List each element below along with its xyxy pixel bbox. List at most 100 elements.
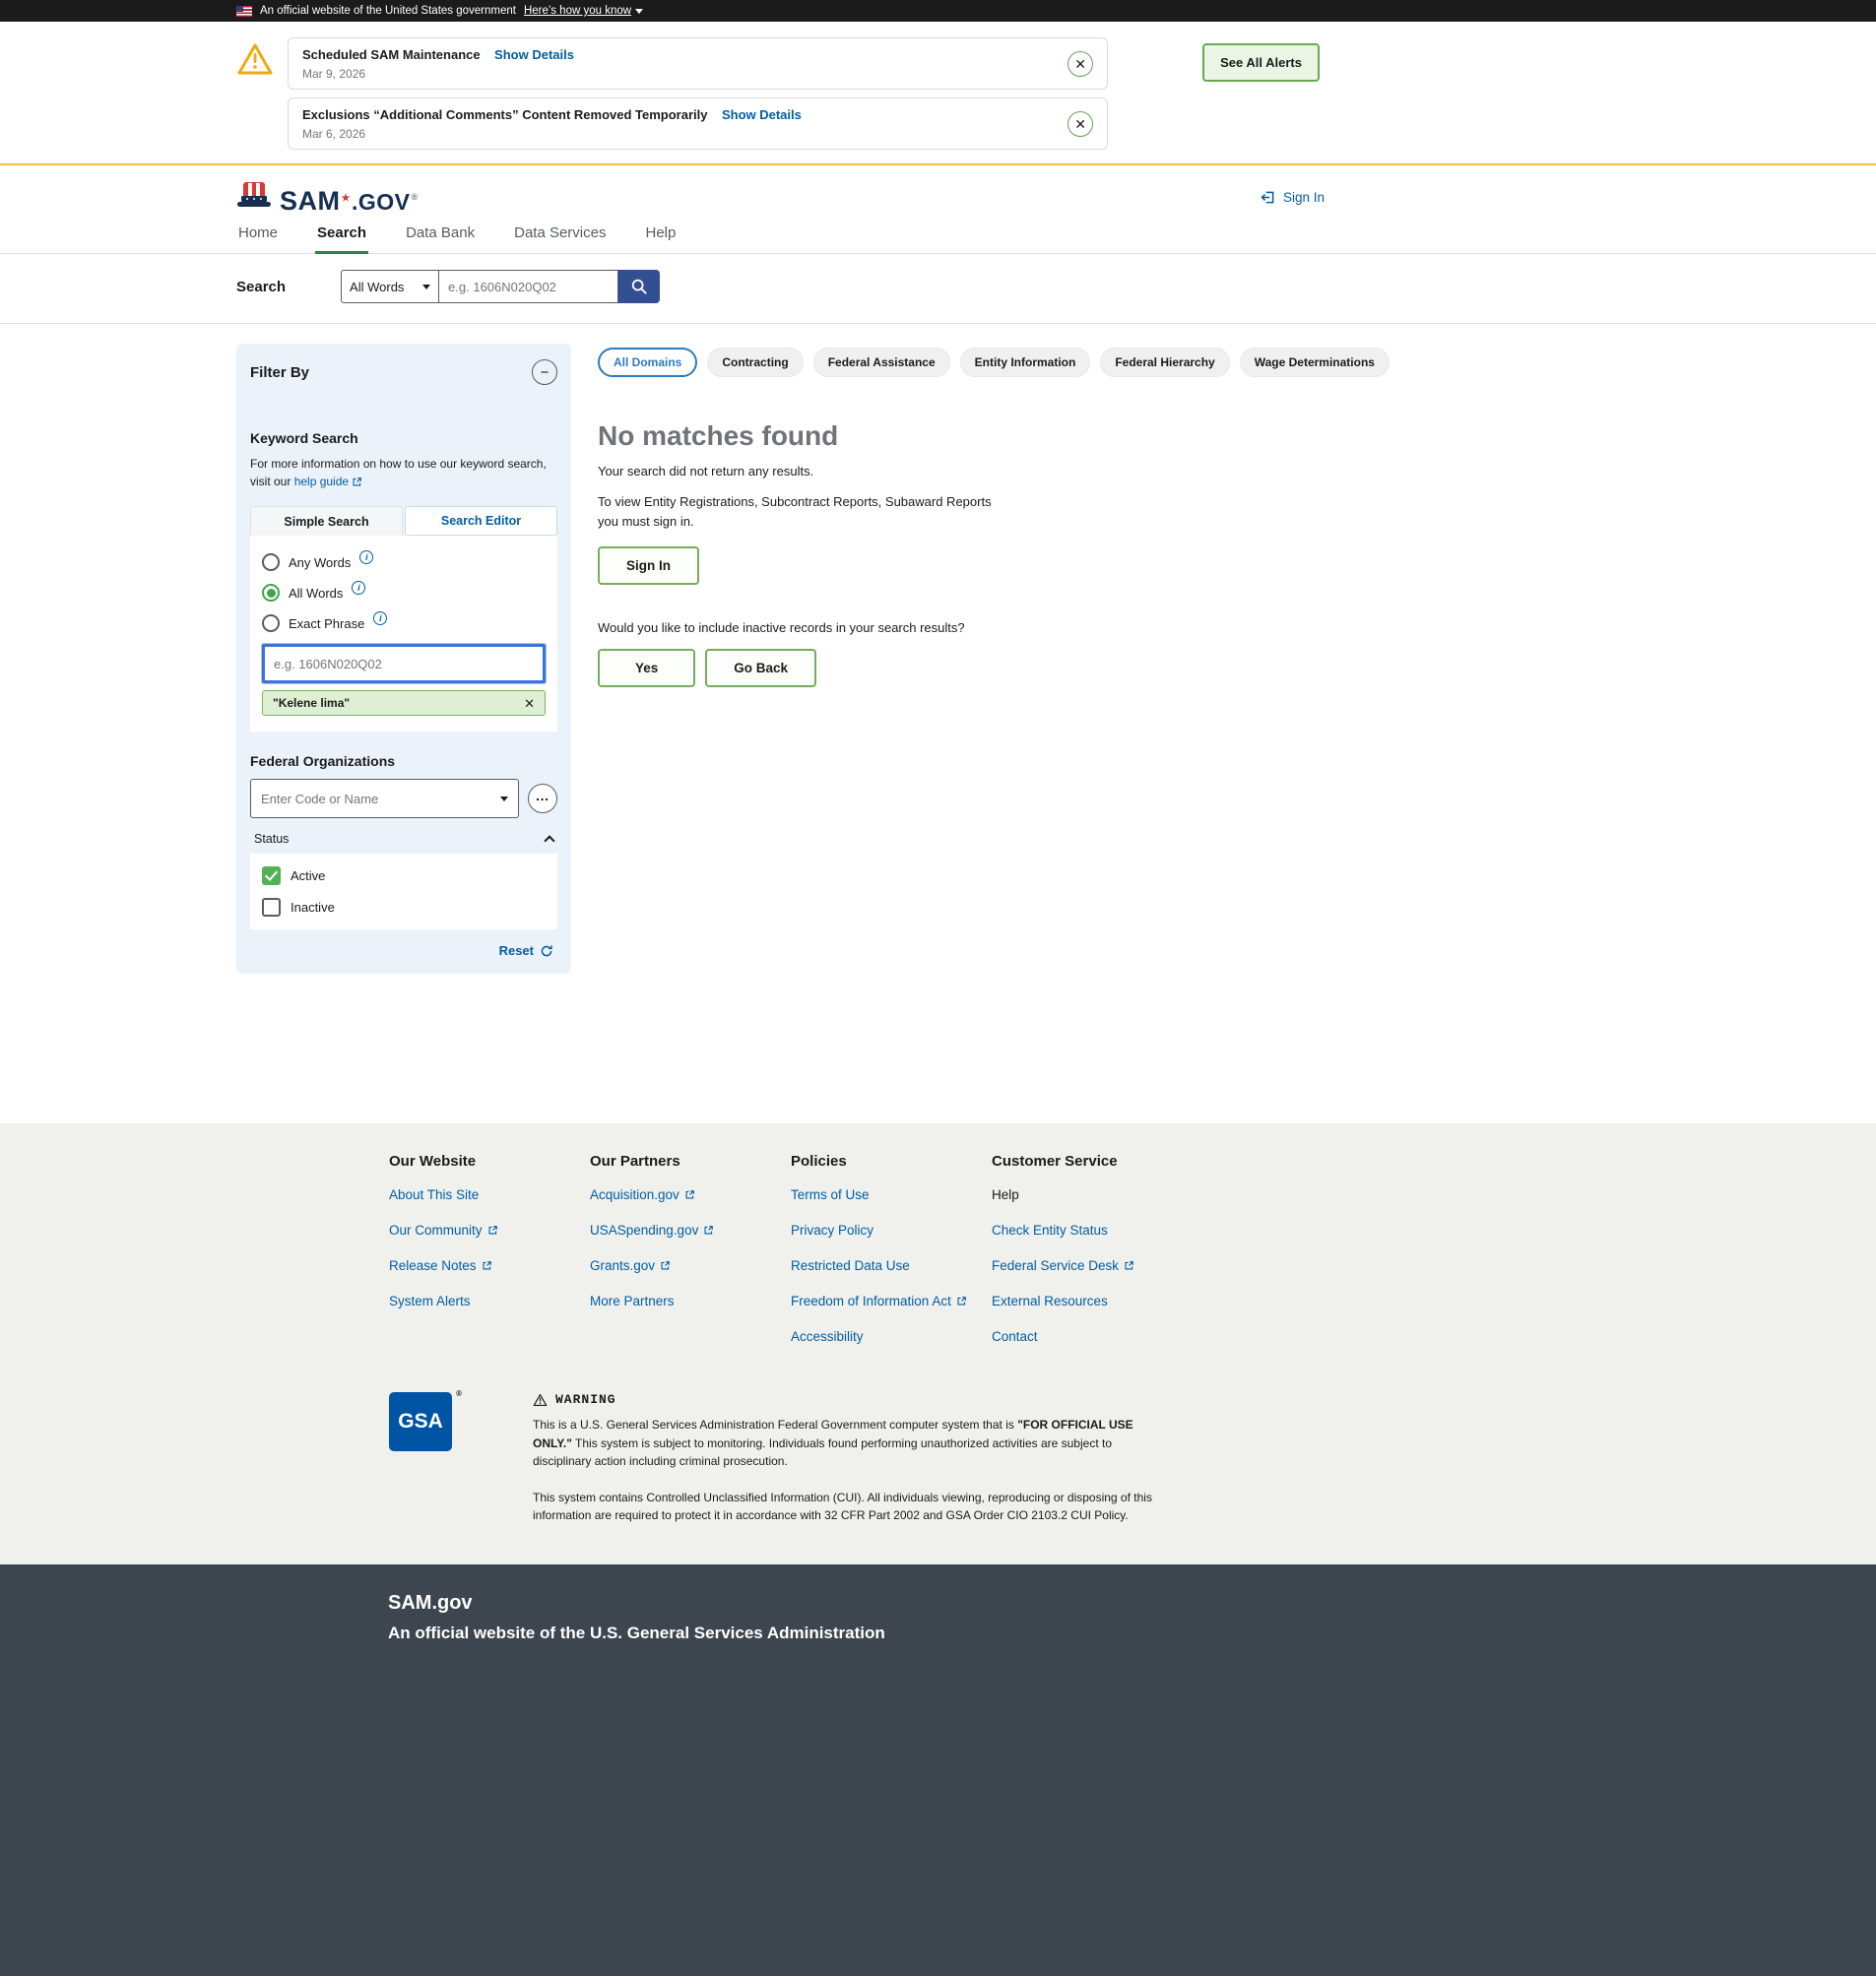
chevron-down-icon (635, 8, 644, 14)
tab-search-editor[interactable]: Search Editor (405, 506, 557, 536)
alert-title: Scheduled SAM Maintenance (302, 47, 481, 62)
content-area: Filter By − Keyword Search For more info… (0, 324, 1876, 1123)
info-icon[interactable]: i (352, 581, 366, 595)
footer-link-accessibility[interactable]: Accessibility (791, 1329, 992, 1344)
footer-column-title: Policies (791, 1153, 847, 1170)
pill-contracting[interactable]: Contracting (707, 348, 804, 377)
warning-title: WARNING (555, 1392, 616, 1407)
footer-link-terms-of-use[interactable]: Terms of Use (791, 1187, 992, 1202)
federal-organizations-title: Federal Organizations (250, 753, 396, 769)
gsa-logo-text: GSA (398, 1410, 443, 1433)
more-organizations-button[interactable]: ... (528, 784, 557, 813)
sign-in-link[interactable]: Sign In (1260, 189, 1325, 206)
radio-any-words[interactable] (262, 553, 280, 571)
footer-link-our-community[interactable]: Our Community (389, 1223, 590, 1238)
footer-column-our-partners: Our Partners Acquisition.gov USASpending… (590, 1153, 791, 1365)
reset-filters-button[interactable]: Reset (250, 929, 557, 960)
keyword-input[interactable] (262, 644, 546, 683)
footer-link-label: Restricted Data Use (791, 1258, 910, 1273)
go-back-button[interactable]: Go Back (705, 649, 817, 687)
footer-column-title: Our Partners (590, 1153, 680, 1170)
tab-simple-search[interactable]: Simple Search (250, 506, 403, 536)
show-details-link[interactable]: Show Details (722, 107, 802, 122)
dark-footer: SAM.gov An official website of the U.S. … (0, 1563, 1876, 1976)
status-section-toggle[interactable]: Status (250, 818, 557, 854)
pill-federal-hierarchy[interactable]: Federal Hierarchy (1100, 348, 1230, 377)
nav-item-data-bank[interactable]: Data Bank (404, 219, 477, 253)
footer-link-usaspending-gov[interactable]: USASpending.gov (590, 1223, 791, 1238)
no-matches-subtitle: Your search did not return any results. (598, 464, 814, 478)
footer-link-label: System Alerts (389, 1294, 471, 1308)
warning-text: This is a U.S. General Services Administ… (533, 1418, 1018, 1432)
footer-link-external-resources[interactable]: External Resources (992, 1294, 1193, 1308)
pill-wage-determinations[interactable]: Wage Determinations (1239, 348, 1390, 377)
footer-link-label: Our Community (389, 1223, 483, 1238)
warning-text: This system is subject to monitoring. In… (533, 1435, 1112, 1469)
status-card: Active Inactive (250, 854, 557, 929)
search-mode-select[interactable]: All Words (341, 270, 440, 303)
info-icon[interactable]: i (359, 550, 374, 564)
search-submit-button[interactable] (618, 270, 661, 303)
footer-link-label: Accessibility (791, 1329, 864, 1344)
dismiss-alert-button[interactable]: ✕ (1067, 110, 1094, 137)
heres-how-you-know-link[interactable]: Here’s how you know (524, 5, 644, 17)
warning-block: WARNING This is a U.S. General Services … (533, 1392, 1168, 1525)
sam-gov-logo[interactable]: SAM ★ .GOV ® (236, 181, 419, 214)
footer-link-contact[interactable]: Contact (992, 1329, 1193, 1344)
footer-link-system-alerts[interactable]: System Alerts (389, 1294, 590, 1308)
nav-item-help[interactable]: Help (643, 219, 678, 253)
alert-date: Mar 9, 2026 (302, 67, 366, 81)
nav-item-data-services[interactable]: Data Services (512, 219, 608, 253)
footer-link-grants-gov[interactable]: Grants.gov (590, 1258, 791, 1273)
footer-link-more-partners[interactable]: More Partners (590, 1294, 791, 1308)
pill-entity-information[interactable]: Entity Information (959, 348, 1091, 377)
info-icon[interactable]: i (373, 611, 388, 625)
footer-column-title: Our Website (389, 1153, 477, 1170)
pill-federal-assistance[interactable]: Federal Assistance (812, 348, 950, 377)
search-input[interactable] (439, 270, 619, 303)
footer-link-foia[interactable]: Freedom of Information Act (791, 1294, 992, 1308)
footer-link-about-this-site[interactable]: About This Site (389, 1187, 590, 1202)
keyword-chip: "Kelene lima" ✕ (262, 690, 546, 716)
radio-all-words-label: All Words (289, 585, 344, 601)
footer-link-federal-service-desk[interactable]: Federal Service Desk (992, 1258, 1193, 1273)
sign-in-button[interactable]: Sign In (598, 546, 699, 585)
uncle-sam-hat-icon (236, 181, 272, 213)
federal-org-combobox[interactable] (250, 779, 519, 818)
registered-mark: ® (411, 191, 419, 202)
yes-button[interactable]: Yes (598, 649, 696, 687)
external-link-icon (1125, 1261, 1133, 1270)
see-all-alerts-button[interactable]: See All Alerts (1202, 43, 1320, 82)
nav-item-home[interactable]: Home (236, 219, 280, 253)
checkbox-inactive[interactable] (262, 898, 281, 917)
footer-link-acquisition-gov[interactable]: Acquisition.gov (590, 1187, 791, 1202)
footer-link-release-notes[interactable]: Release Notes (389, 1258, 590, 1273)
footer-link-label: More Partners (590, 1294, 675, 1308)
gsa-logo: GSA ® (389, 1389, 462, 1451)
keyword-tabs: Simple Search Search Editor (250, 506, 557, 536)
footer-link-privacy-policy[interactable]: Privacy Policy (791, 1223, 992, 1238)
checkbox-active[interactable] (262, 866, 281, 885)
collapse-filters-button[interactable]: − (532, 359, 557, 385)
dismiss-alert-button[interactable]: ✕ (1067, 50, 1094, 77)
footer-link-help[interactable]: Help (992, 1187, 1193, 1202)
warning-triangle-icon (533, 1393, 548, 1406)
federal-org-input[interactable] (261, 791, 500, 806)
filter-by-title: Filter By (250, 363, 310, 381)
results-area: All Domains Contracting Federal Assistan… (598, 344, 1390, 687)
radio-all-words[interactable] (262, 584, 280, 602)
inactive-records-question: Would you like to include inactive recor… (598, 620, 965, 635)
footer-link-check-entity-status[interactable]: Check Entity Status (992, 1223, 1193, 1238)
footer-link-restricted-data-use[interactable]: Restricted Data Use (791, 1258, 992, 1273)
radio-exact-phrase[interactable] (262, 614, 280, 632)
help-guide-link[interactable]: help guide (294, 473, 362, 490)
reset-label: Reset (498, 943, 534, 958)
footer-link-label: Grants.gov (590, 1258, 656, 1273)
remove-chip-button[interactable]: ✕ (524, 697, 535, 710)
external-link-icon (685, 1190, 694, 1199)
nav-item-search[interactable]: Search (315, 219, 369, 254)
footer-link-label: Terms of Use (791, 1187, 870, 1202)
ellipsis-icon: ... (536, 788, 550, 803)
show-details-link[interactable]: Show Details (494, 47, 574, 62)
pill-all-domains[interactable]: All Domains (598, 348, 698, 377)
